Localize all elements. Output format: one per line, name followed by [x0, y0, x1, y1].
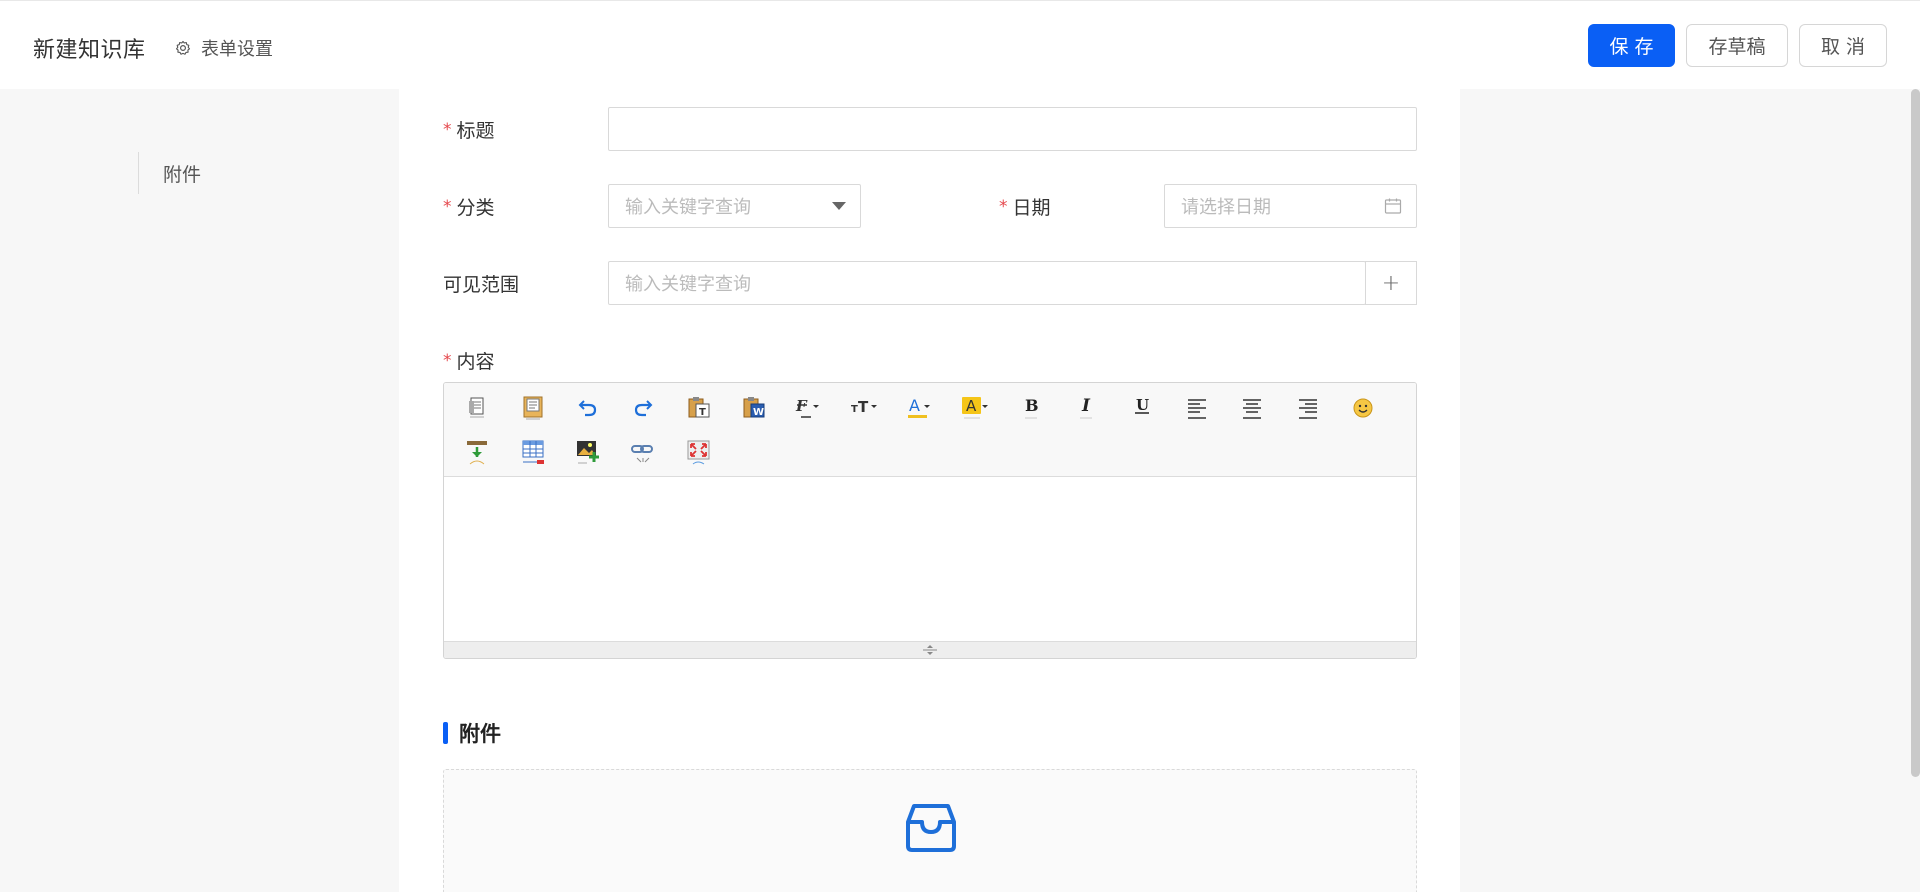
template-icon[interactable]	[518, 393, 548, 423]
date-picker[interactable]: 请选择日期	[1164, 184, 1417, 228]
required-mark: *	[443, 350, 452, 371]
align-center-icon[interactable]	[1237, 393, 1267, 423]
calendar-icon	[1384, 198, 1402, 214]
content-label: * 内容	[443, 347, 495, 374]
svg-text:T: T	[858, 398, 869, 416]
svg-text:U: U	[1136, 396, 1149, 414]
required-mark: *	[443, 196, 452, 217]
svg-text:T: T	[851, 404, 858, 415]
category-placeholder: 输入关键字查询	[625, 197, 751, 218]
editor-toolbar: T W F TT A A B I U	[444, 383, 1416, 477]
visibility-label: 可见范围	[443, 270, 519, 297]
cancel-button[interactable]: 取 消	[1799, 24, 1887, 67]
italic-icon[interactable]: I	[1071, 393, 1101, 423]
source-icon[interactable]	[462, 393, 492, 423]
underline-icon[interactable]: U	[1127, 393, 1157, 423]
attachments-section-title: 附件	[443, 718, 501, 748]
anchor-nav-label: 附件	[163, 163, 202, 186]
paste-word-icon[interactable]: W	[739, 393, 769, 423]
resize-grip-icon	[923, 645, 937, 655]
table-icon[interactable]	[518, 437, 548, 467]
category-label-text: 分类	[456, 197, 495, 219]
gear-icon	[175, 40, 191, 55]
align-left-icon[interactable]	[1182, 393, 1212, 423]
visibility-input[interactable]: 输入关键字查询	[608, 261, 1366, 305]
image-icon[interactable]	[573, 437, 603, 467]
add-visibility-button[interactable]: +	[1365, 261, 1417, 305]
svg-text:A: A	[966, 397, 977, 415]
section-accent-bar	[443, 722, 448, 744]
category-select[interactable]: 输入关键字查询	[608, 184, 861, 228]
svg-text:W: W	[753, 407, 764, 418]
form-settings-link[interactable]: 表单设置	[175, 35, 273, 61]
svg-text:A: A	[909, 396, 920, 415]
paste-text-icon[interactable]: T	[684, 393, 714, 423]
rich-text-editor: T W F TT A A B I U	[443, 382, 1417, 659]
page-scrollbar[interactable]	[1911, 89, 1920, 777]
date-placeholder: 请选择日期	[1181, 197, 1271, 218]
svg-text:F: F	[795, 397, 808, 415]
align-right-icon[interactable]	[1293, 393, 1323, 423]
visibility-placeholder: 输入关键字查询	[625, 274, 751, 295]
undo-icon[interactable]	[573, 393, 603, 423]
bold-icon[interactable]: B	[1016, 393, 1046, 423]
date-label-text: 日期	[1012, 197, 1051, 219]
save-button[interactable]: 保 存	[1588, 24, 1675, 67]
plus-icon: +	[1381, 270, 1401, 296]
title-input[interactable]	[608, 107, 1417, 151]
date-label: * 日期	[999, 193, 1051, 220]
insert-row-icon[interactable]	[462, 437, 492, 467]
fullscreen-icon[interactable]	[684, 437, 714, 467]
attachments-title-text: 附件	[459, 722, 501, 746]
font-size-icon[interactable]: TT	[850, 393, 880, 423]
link-icon[interactable]	[628, 437, 658, 467]
save-draft-button[interactable]: 存草稿	[1686, 24, 1788, 67]
visibility-label-text: 可见范围	[443, 274, 520, 296]
inbox-icon	[906, 804, 956, 852]
anchor-nav-item-attachments[interactable]: 附件	[138, 152, 201, 194]
title-label: * 标题	[443, 116, 495, 143]
svg-text:T: T	[699, 407, 706, 418]
highlight-color-icon[interactable]: A	[960, 393, 990, 423]
page-title: 新建知识库	[33, 38, 146, 63]
editor-resize-handle[interactable]	[444, 641, 1416, 658]
title-label-text: 标题	[456, 120, 495, 142]
required-mark: *	[443, 119, 452, 140]
category-label: * 分类	[443, 193, 495, 220]
svg-text:B: B	[1025, 396, 1039, 415]
svg-text:I: I	[1081, 396, 1091, 416]
editor-content-area[interactable]	[444, 478, 1416, 641]
required-mark: *	[999, 196, 1008, 217]
emoji-icon[interactable]	[1348, 393, 1378, 423]
content-label-text: 内容	[456, 351, 495, 373]
attachment-dropzone[interactable]	[443, 769, 1417, 892]
font-family-icon[interactable]: F	[794, 393, 824, 423]
caret-down-icon	[832, 202, 846, 210]
redo-icon[interactable]	[628, 393, 658, 423]
font-color-icon[interactable]: A	[905, 393, 935, 423]
top-bar: 新建知识库 表单设置 保 存 存草稿 取 消	[0, 0, 1920, 89]
form-settings-label: 表单设置	[201, 39, 273, 60]
